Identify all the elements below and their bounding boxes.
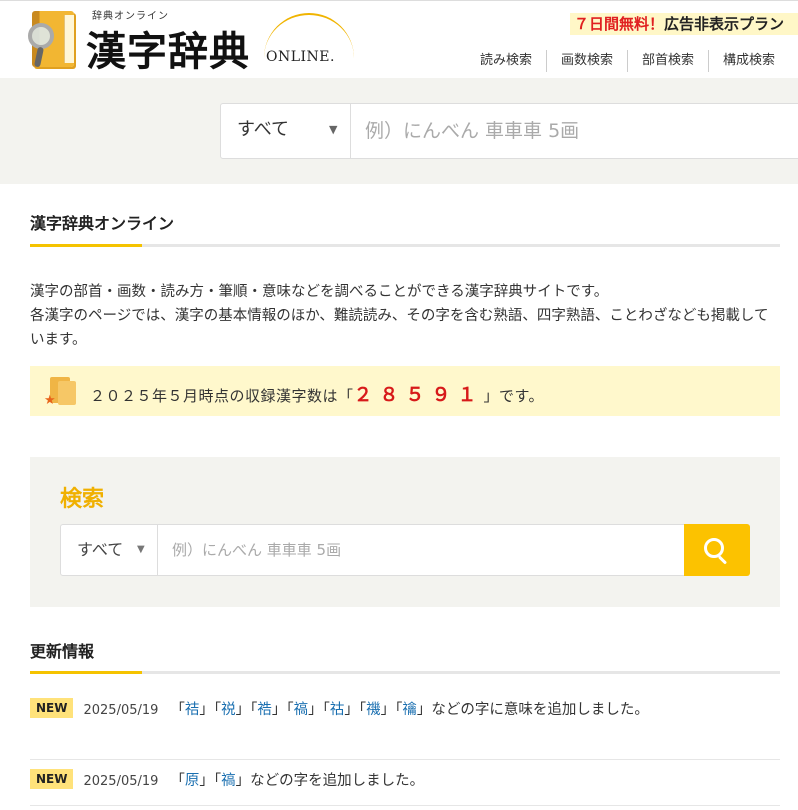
nav-reading-search[interactable]: 読み検索 xyxy=(466,50,546,72)
promo-free-text: ７日間無料！ xyxy=(574,15,665,33)
kanji-link[interactable]: 祮 xyxy=(185,702,200,718)
logo-title: 漢字辞典 xyxy=(86,28,250,75)
header-nav: 読み検索 画数検索 部首検索 構成検索 xyxy=(466,50,789,72)
section-divider xyxy=(30,244,780,247)
site-header: 辞典オンライン 漢字辞典 ONLINE. ７日間無料！広告非表示プラン 読み検索… xyxy=(0,0,798,78)
search-panel: 検索 すべて ▼ xyxy=(30,457,780,607)
intro-paragraph: 各漢字のページでは、漢字の基本情報のほか、難読読み、その字を含む熟語、四字熟語、… xyxy=(30,308,769,348)
search-panel-title: 検索 xyxy=(60,487,105,512)
panel-search-input[interactable] xyxy=(158,524,685,576)
promo-plan-text: 広告非表示プラン xyxy=(664,15,785,33)
kanji-link[interactable]: 禞 xyxy=(294,702,309,718)
intro-section-title: 漢字辞典オンライン xyxy=(30,214,175,233)
news-item: NEW 2025/05/19 「原」「禞」などの字を追加しました。 xyxy=(30,768,780,795)
news-text: などの字を追加しました。 xyxy=(250,773,425,789)
section-divider xyxy=(30,671,780,674)
magnifier-icon xyxy=(28,23,54,49)
top-search-bar: すべて ▼ xyxy=(220,103,798,159)
star-icon: ★ xyxy=(44,393,56,408)
news-text: などの字に意味を追加しました。 xyxy=(431,702,649,718)
news-item: NEW 2025/05/19 「祮」「祱」「祰」「禞」「祜」「禨」「禴」などの字に意… xyxy=(30,697,780,724)
ad-free-plan-link[interactable]: ７日間無料！広告非表示プラン xyxy=(570,13,798,35)
kanji-count-box: ★ ２０２５年５月時点の収録漢字数は「２８５９１」です。 xyxy=(30,366,780,416)
kanji-link[interactable]: 祜 xyxy=(330,702,345,718)
news-divider xyxy=(30,805,780,806)
news-date: 2025/05/19 xyxy=(83,774,159,789)
logo-online-text: ONLINE. xyxy=(266,49,335,65)
site-logo[interactable]: 辞典オンライン 漢字辞典 ONLINE. xyxy=(28,5,354,75)
chevron-down-icon: ▼ xyxy=(329,123,338,136)
news-section-title: 更新情報 xyxy=(30,642,95,661)
panel-search-type-select[interactable]: すべて ▼ xyxy=(60,524,158,576)
section-divider-accent xyxy=(30,671,142,674)
new-badge: NEW xyxy=(30,698,74,718)
top-select-value: すべて xyxy=(237,119,290,140)
kanji-link[interactable]: 原 xyxy=(185,773,200,789)
section-divider-accent xyxy=(30,244,142,247)
top-search-type-select[interactable]: すべて ▼ xyxy=(221,104,351,158)
search-icon xyxy=(704,538,724,558)
news-divider xyxy=(30,759,780,760)
cards-icon: ★ xyxy=(44,377,78,408)
count-suffix: 」です。 xyxy=(483,387,545,405)
kanji-count-text: ２０２５年５月時点の収録漢字数は「２８５９１」です。 xyxy=(90,380,544,407)
top-search-input[interactable] xyxy=(353,104,798,158)
nav-component-search[interactable]: 構成検索 xyxy=(708,50,789,72)
intro-text: 漢字の部首・画数・読み方・筆順・意味などを調べることができる漢字辞典サイトです。… xyxy=(30,280,775,352)
book-page-icon xyxy=(64,15,74,63)
nav-stroke-search[interactable]: 画数検索 xyxy=(546,50,627,72)
count-prefix: ２０２５年５月時点の収録漢字数は「 xyxy=(90,387,354,405)
kanji-link[interactable]: 禨 xyxy=(366,702,381,718)
intro-paragraph: 漢字の部首・画数・読み方・筆順・意味などを調べることができる漢字辞典サイトです。 xyxy=(30,284,609,300)
panel-select-value: すべて xyxy=(77,540,124,559)
nav-radical-search[interactable]: 部首検索 xyxy=(627,50,708,72)
kanji-link[interactable]: 禞 xyxy=(221,773,236,789)
kanji-link[interactable]: 祰 xyxy=(257,702,272,718)
kanji-count-number: ２８５９１ xyxy=(353,384,484,406)
search-button[interactable] xyxy=(684,524,750,576)
panel-search-bar: すべて ▼ xyxy=(60,524,750,576)
kanji-link[interactable]: 祱 xyxy=(221,702,236,718)
chevron-down-icon: ▼ xyxy=(137,544,145,555)
kanji-link[interactable]: 禴 xyxy=(402,702,417,718)
top-search-band: すべて ▼ xyxy=(0,78,798,184)
new-badge: NEW xyxy=(30,769,74,789)
news-date: 2025/05/19 xyxy=(83,703,159,718)
